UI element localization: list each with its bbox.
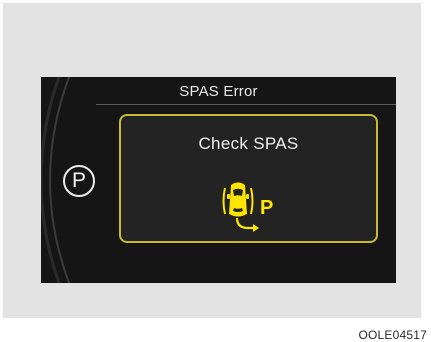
warning-popup: Check SPAS P [119, 114, 378, 243]
spas-parking-assist-icon: P [222, 182, 273, 232]
figure-background: SPAS Error P Check SPAS P [3, 3, 421, 318]
gear-indicator: P [63, 165, 95, 197]
warning-message: Check SPAS [198, 134, 299, 153]
instrument-cluster-display: SPAS Error P Check SPAS P [41, 77, 396, 283]
spas-icon-label: P [260, 197, 273, 219]
header-title: SPAS Error [179, 83, 258, 100]
header-divider [96, 104, 396, 105]
figure-caption: OOLE04517 [358, 328, 427, 342]
